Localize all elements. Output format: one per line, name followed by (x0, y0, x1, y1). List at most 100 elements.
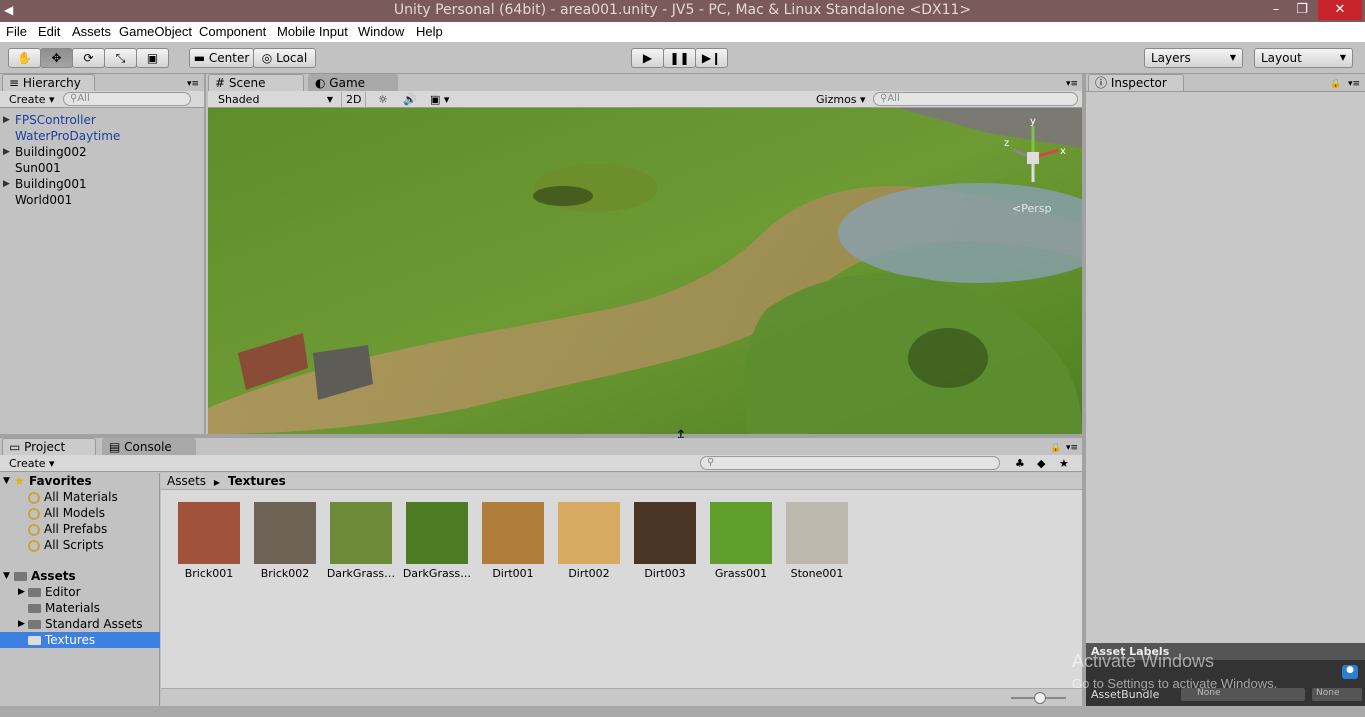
hierarchy-create-button[interactable]: Create ▾ (9, 92, 55, 107)
texture-label[interactable]: DarkGrass… (399, 567, 475, 580)
menu-help[interactable]: Help (416, 24, 443, 39)
tab-scene[interactable]: # Scene (208, 74, 304, 92)
favorites-header[interactable]: ★ Favorites (14, 474, 92, 488)
expand-arrow-icon[interactable]: ▶ (18, 619, 25, 629)
texture-thumb-stone001[interactable] (786, 502, 848, 564)
rect-tool-button[interactable]: ▣ (136, 48, 169, 68)
texture-label[interactable]: Brick002 (247, 567, 323, 580)
audio-toggle-icon[interactable]: 🔊 (403, 92, 417, 107)
close-button[interactable]: ✕ (1318, 0, 1362, 20)
breadcrumb-textures[interactable]: Textures (228, 474, 286, 488)
persp-label[interactable]: <Persp (1012, 202, 1051, 215)
expand-arrow-icon[interactable]: ▶ (3, 147, 10, 157)
expand-arrow-icon[interactable]: ▶ (3, 179, 10, 189)
menu-mobile-input[interactable]: Mobile Input (277, 24, 348, 39)
hand-tool-button[interactable]: ✋ (8, 48, 41, 68)
panel-menu-icon[interactable]: ▾≡ (1066, 77, 1078, 92)
lighting-toggle-icon[interactable]: ☼ (378, 92, 388, 107)
texture-thumb-brick001[interactable] (178, 502, 240, 564)
panel-menu-icon[interactable]: ▾≡ (1348, 77, 1360, 92)
menu-gameobject[interactable]: GameObject (119, 24, 192, 39)
2d-toggle[interactable]: 2D (341, 92, 367, 107)
pause-button[interactable]: ❚❚ (663, 48, 696, 68)
collapse-arrow-icon[interactable]: ▼ (3, 476, 10, 486)
layout-dropdown[interactable]: Layout ▼ (1254, 48, 1353, 68)
texture-label[interactable]: Brick001 (171, 567, 247, 580)
hierarchy-search-input[interactable]: ⚲All (63, 92, 191, 106)
texture-label[interactable]: Dirt001 (475, 567, 551, 580)
project-search-input[interactable]: ⚲ (700, 456, 1000, 470)
favorite-all-models[interactable]: All Models (28, 506, 105, 520)
texture-label[interactable]: Stone001 (779, 567, 855, 580)
folder-editor[interactable]: Editor (28, 585, 81, 599)
project-create-button[interactable]: Create ▾ (9, 456, 55, 471)
menu-component[interactable]: Component (199, 24, 266, 39)
tab-inspector[interactable]: ⓘ Inspector (1088, 74, 1184, 92)
texture-label[interactable]: Dirt002 (551, 567, 627, 580)
lock-icon[interactable]: 🔒 (1050, 441, 1061, 456)
tab-project[interactable]: ▭ Project (2, 438, 96, 456)
menu-window[interactable]: Window (358, 24, 404, 39)
favorite-all-prefabs[interactable]: All Prefabs (28, 522, 107, 536)
texture-thumb-brick002[interactable] (254, 502, 316, 564)
menu-assets[interactable]: Assets (72, 24, 111, 39)
texture-thumb-darkgrass1[interactable] (330, 502, 392, 564)
texture-thumb-grass001[interactable] (710, 502, 772, 564)
expand-arrow-icon[interactable]: ▶ (3, 115, 10, 125)
panel-menu-icon[interactable]: ▾≡ (187, 77, 199, 92)
minimize-button[interactable]: – (1262, 0, 1290, 20)
menu-file[interactable]: File (6, 24, 27, 39)
pivot-center-toggle[interactable]: ▬ Center (189, 48, 254, 68)
favorite-all-materials[interactable]: All Materials (28, 490, 118, 504)
play-button[interactable]: ▶ (631, 48, 664, 68)
move-tool-button[interactable]: ✥ (40, 48, 73, 68)
tab-hierarchy[interactable]: ≡ Hierarchy (2, 74, 95, 92)
slider-handle[interactable] (1034, 692, 1046, 704)
hierarchy-item-world001[interactable]: World001 (15, 193, 72, 207)
texture-label[interactable]: Grass001 (703, 567, 779, 580)
texture-label[interactable]: DarkGrass… (323, 567, 399, 580)
pivot-local-toggle[interactable]: ◎ Local (253, 48, 316, 68)
hierarchy-item-building002[interactable]: Building002 (15, 145, 87, 159)
folder-label: Materials (45, 601, 101, 615)
favorite-all-scripts[interactable]: All Scripts (28, 538, 104, 552)
gizmos-dropdown[interactable]: Gizmos ▾ (816, 92, 866, 107)
scene-search-input[interactable]: ⚲All (873, 92, 1078, 106)
scene-viewport[interactable]: y x z <Persp (208, 108, 1082, 434)
hierarchy-item-building001[interactable]: Building001 (15, 177, 87, 191)
effects-toggle-icon[interactable]: ▣ ▾ (430, 92, 449, 107)
tab-game[interactable]: ◐ Game (308, 74, 398, 92)
texture-thumb-darkgrass2[interactable] (406, 502, 468, 564)
hierarchy-item-sun001[interactable]: Sun001 (15, 161, 61, 175)
filter-label-icon[interactable]: ◆ (1037, 456, 1045, 471)
hierarchy-item-fpscontroller[interactable]: FPSController (15, 113, 96, 127)
collapse-arrow-icon[interactable]: ▼ (3, 571, 10, 581)
hierarchy-item-waterprodaytime[interactable]: WaterProDaytime (15, 129, 120, 143)
lock-icon[interactable]: 🔒 (1330, 77, 1341, 92)
scale-tool-button[interactable]: ⤡ (104, 48, 137, 68)
search-icon (28, 539, 40, 552)
filter-type-icon[interactable]: ♣ (1015, 456, 1025, 471)
folder-textures[interactable]: Textures (28, 633, 95, 647)
folder-standard-assets[interactable]: Standard Assets (28, 617, 142, 631)
folder-materials[interactable]: Materials (28, 601, 100, 615)
breadcrumb-assets[interactable]: Assets (167, 474, 206, 488)
maximize-button[interactable]: ❐ (1288, 0, 1316, 20)
assets-root[interactable]: Assets (14, 569, 76, 583)
favorite-star-icon[interactable]: ★ (1059, 456, 1069, 471)
texture-label[interactable]: Dirt003 (627, 567, 703, 580)
menu-edit[interactable]: Edit (38, 24, 60, 39)
rotate-tool-button[interactable]: ⟳ (72, 48, 105, 68)
shading-mode-dropdown[interactable]: Shaded ▼ (218, 92, 333, 107)
tab-console[interactable]: ▤ Console (102, 438, 196, 456)
texture-thumb-dirt003[interactable] (634, 502, 696, 564)
expand-arrow-icon[interactable]: ▶ (18, 587, 25, 597)
assets-label: Assets (31, 569, 76, 583)
layers-dropdown[interactable]: Layers ▼ (1144, 48, 1243, 68)
texture-thumb-dirt002[interactable] (558, 502, 620, 564)
step-button[interactable]: ▶❙ (695, 48, 728, 68)
panel-menu-icon[interactable]: ▾≡ (1066, 441, 1078, 456)
tag-icon[interactable]: ● (1342, 665, 1358, 679)
texture-thumb-dirt001[interactable] (482, 502, 544, 564)
asset-variant-dropdown[interactable]: None (1312, 688, 1362, 701)
